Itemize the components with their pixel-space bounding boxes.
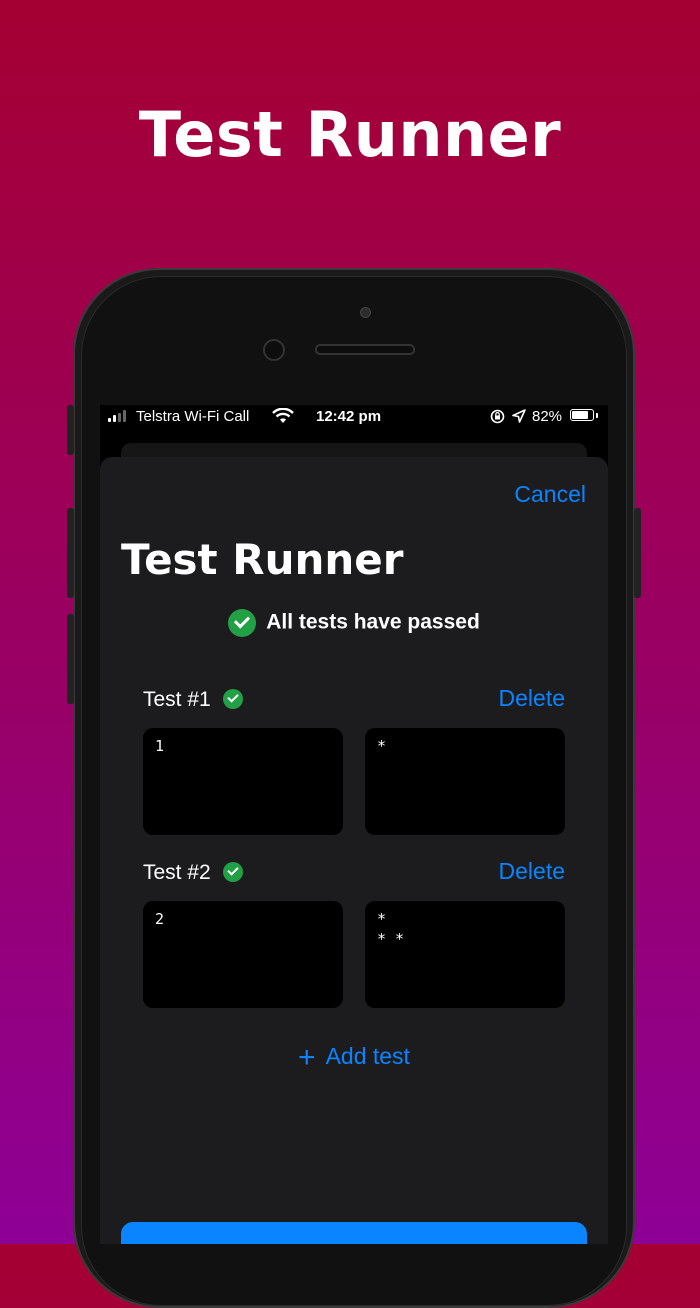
- volume-up-button: [67, 508, 74, 598]
- test-runner-sheet: Cancel Test Runner All tests have passed…: [100, 457, 608, 1244]
- cancel-button[interactable]: Cancel: [514, 481, 586, 508]
- phone-screen: Telstra Wi-Fi Call 12:42 pm 82% Cancel T…: [100, 405, 608, 1244]
- wifi-icon: [272, 408, 294, 423]
- test-label-row: Test #1: [143, 688, 243, 712]
- expected-output-field[interactable]: * * *: [365, 901, 565, 1008]
- expected-output-field[interactable]: *: [365, 728, 565, 835]
- mute-switch: [67, 405, 74, 455]
- delete-test-button[interactable]: Delete: [499, 858, 565, 885]
- status-bar: Telstra Wi-Fi Call 12:42 pm 82%: [100, 405, 608, 429]
- cellular-signal-icon: [108, 410, 134, 422]
- test-passed-icon: [222, 861, 243, 882]
- test-label-row: Test #2: [143, 861, 243, 885]
- battery-percent: 82%: [532, 408, 563, 425]
- test-label: Test #2: [143, 861, 211, 884]
- orientation-lock-icon: [490, 409, 505, 424]
- promo-headline: Test Runner: [138, 98, 562, 171]
- volume-down-button: [67, 614, 74, 704]
- run-tests-button[interactable]: [121, 1222, 587, 1244]
- test-label: Test #1: [143, 688, 211, 711]
- test-input-field[interactable]: 2: [143, 901, 343, 1008]
- add-test-button[interactable]: + Add test: [100, 1041, 608, 1075]
- power-button: [634, 508, 641, 598]
- plus-icon: +: [298, 1041, 316, 1074]
- test-status: All tests have passed: [100, 609, 608, 637]
- success-check-icon: [228, 609, 257, 637]
- battery-icon: [570, 409, 594, 421]
- page-title: Test Runner: [121, 535, 404, 584]
- clock: 12:42 pm: [316, 408, 382, 425]
- carrier-label: Telstra Wi-Fi Call: [136, 408, 250, 425]
- battery-tip: [596, 413, 598, 418]
- test-input-field[interactable]: 1: [143, 728, 343, 835]
- add-test-label: Add test: [325, 1043, 410, 1069]
- delete-test-button[interactable]: Delete: [499, 685, 565, 712]
- location-arrow-icon: [512, 409, 526, 423]
- front-camera: [263, 339, 285, 361]
- test-passed-icon: [222, 688, 243, 709]
- proximity-sensor: [360, 307, 371, 318]
- earpiece-speaker: [315, 344, 415, 355]
- status-message: All tests have passed: [266, 610, 480, 634]
